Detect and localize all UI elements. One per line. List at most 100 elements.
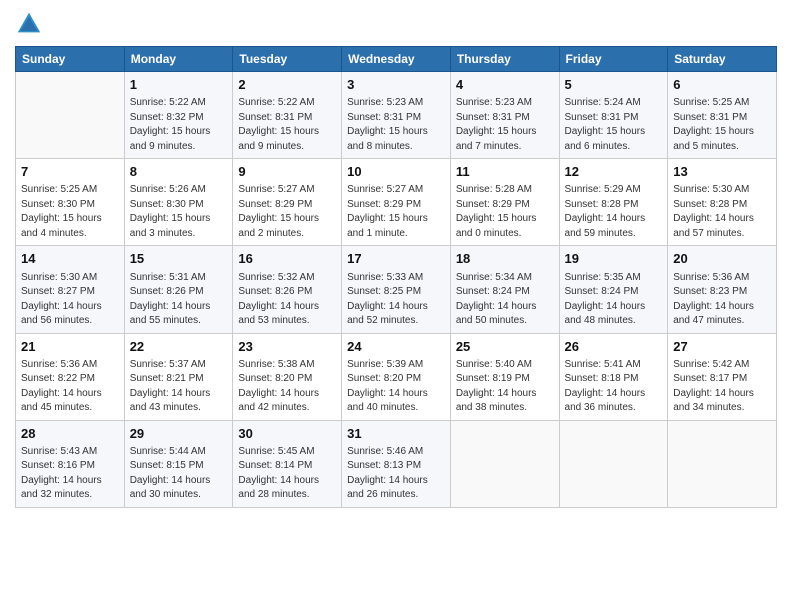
day-info: Sunrise: 5:33 AM Sunset: 8:25 PM Dayligh… — [347, 271, 445, 329]
calendar-cell: 19Sunrise: 5:35 AM Sunset: 8:24 PM Dayli… — [559, 246, 668, 333]
day-info: Sunrise: 5:23 AM Sunset: 8:31 PM Dayligh… — [456, 96, 554, 154]
calendar-cell: 15 Sunrise: 5:31 AM Sunset: 8:26 PM Dayli… — [124, 246, 233, 333]
calendar-cell: 9 Sunrise: 5:27 AM Sunset: 8:29 PM Daylig… — [233, 159, 342, 246]
day-number: 30 — [238, 425, 336, 443]
day-number: 4 — [456, 76, 554, 94]
calendar-cell: 24Sunrise: 5:39 AM Sunset: 8:20 PM Dayli… — [342, 333, 451, 420]
calendar-week-row: 1Sunrise: 5:22 AM Sunset: 8:32 PM Daylig… — [16, 72, 777, 159]
page-header — [15, 10, 777, 38]
calendar-cell: 6 Sunrise: 5:25 AM Sunset: 8:31 PM Daylig… — [668, 72, 777, 159]
calendar-cell: 22 Sunrise: 5:37 AM Sunset: 8:21 PM Dayli… — [124, 333, 233, 420]
day-number: 23 — [238, 338, 336, 356]
calendar-cell: 3 Sunrise: 5:23 AM Sunset: 8:31 PM Daylig… — [342, 72, 451, 159]
header-wednesday: Wednesday — [342, 47, 451, 72]
calendar-cell: 23 Sunrise: 5:38 AM Sunset: 8:20 PM Dayli… — [233, 333, 342, 420]
day-info: Sunrise: 5:42 AM Sunset: 8:17 PM Dayligh… — [673, 358, 771, 416]
calendar-cell — [16, 72, 125, 159]
calendar-week-row: 7Sunrise: 5:25 AM Sunset: 8:30 PM Daylig… — [16, 159, 777, 246]
day-number: 25 — [456, 338, 554, 356]
day-info: Sunrise: 5:26 AM Sunset: 8:30 PM Dayligh… — [130, 183, 228, 241]
calendar-header-row: SundayMondayTuesdayWednesdayThursdayFrid… — [16, 47, 777, 72]
day-info: Sunrise: 5:30 AM Sunset: 8:27 PM Dayligh… — [21, 271, 119, 329]
day-number: 14 — [21, 250, 119, 268]
calendar-cell — [450, 420, 559, 507]
calendar-cell: 8Sunrise: 5:26 AM Sunset: 8:30 PM Daylig… — [124, 159, 233, 246]
day-number: 15 — [130, 250, 228, 268]
day-info: Sunrise: 5:43 AM Sunset: 8:16 PM Dayligh… — [21, 445, 119, 503]
calendar-cell — [559, 420, 668, 507]
calendar-cell — [668, 420, 777, 507]
calendar-cell: 11 Sunrise: 5:28 AM Sunset: 8:29 PM Dayli… — [450, 159, 559, 246]
day-info: Sunrise: 5:40 AM Sunset: 8:19 PM Dayligh… — [456, 358, 554, 416]
calendar-cell: 25 Sunrise: 5:40 AM Sunset: 8:19 PM Dayli… — [450, 333, 559, 420]
calendar-cell: 30 Sunrise: 5:45 AM Sunset: 8:14 PM Dayli… — [233, 420, 342, 507]
day-info: Sunrise: 5:27 AM Sunset: 8:29 PM Dayligh… — [238, 183, 336, 241]
calendar-cell: 4 Sunrise: 5:23 AM Sunset: 8:31 PM Daylig… — [450, 72, 559, 159]
calendar-cell: 12 Sunrise: 5:29 AM Sunset: 8:28 PM Dayli… — [559, 159, 668, 246]
day-number: 6 — [673, 76, 771, 94]
calendar-cell: 17 Sunrise: 5:33 AM Sunset: 8:25 PM Dayli… — [342, 246, 451, 333]
calendar-week-row: 14 Sunrise: 5:30 AM Sunset: 8:27 PM Dayli… — [16, 246, 777, 333]
calendar-cell: 7Sunrise: 5:25 AM Sunset: 8:30 PM Daylig… — [16, 159, 125, 246]
day-info: Sunrise: 5:22 AM Sunset: 8:31 PM Dayligh… — [238, 96, 336, 154]
calendar-cell: 20 Sunrise: 5:36 AM Sunset: 8:23 PM Dayli… — [668, 246, 777, 333]
day-info: Sunrise: 5:22 AM Sunset: 8:32 PM Dayligh… — [130, 96, 228, 154]
day-number: 27 — [673, 338, 771, 356]
calendar-cell: 16Sunrise: 5:32 AM Sunset: 8:26 PM Dayli… — [233, 246, 342, 333]
day-info: Sunrise: 5:36 AM Sunset: 8:22 PM Dayligh… — [21, 358, 119, 416]
calendar-cell: 10 Sunrise: 5:27 AM Sunset: 8:29 PM Dayli… — [342, 159, 451, 246]
day-number: 20 — [673, 250, 771, 268]
day-number: 5 — [565, 76, 663, 94]
day-info: Sunrise: 5:28 AM Sunset: 8:29 PM Dayligh… — [456, 183, 554, 241]
day-info: Sunrise: 5:41 AM Sunset: 8:18 PM Dayligh… — [565, 358, 663, 416]
header-sunday: Sunday — [16, 47, 125, 72]
day-info: Sunrise: 5:23 AM Sunset: 8:31 PM Dayligh… — [347, 96, 445, 154]
day-number: 22 — [130, 338, 228, 356]
day-number: 11 — [456, 163, 554, 181]
day-number: 13 — [673, 163, 771, 181]
calendar-cell: 2 Sunrise: 5:22 AM Sunset: 8:31 PM Daylig… — [233, 72, 342, 159]
header-monday: Monday — [124, 47, 233, 72]
day-info: Sunrise: 5:46 AM Sunset: 8:13 PM Dayligh… — [347, 445, 445, 503]
day-number: 7 — [21, 163, 119, 181]
day-info: Sunrise: 5:45 AM Sunset: 8:14 PM Dayligh… — [238, 445, 336, 503]
day-info: Sunrise: 5:25 AM Sunset: 8:31 PM Dayligh… — [673, 96, 771, 154]
day-info: Sunrise: 5:38 AM Sunset: 8:20 PM Dayligh… — [238, 358, 336, 416]
calendar-cell: 29 Sunrise: 5:44 AM Sunset: 8:15 PM Dayli… — [124, 420, 233, 507]
day-info: Sunrise: 5:32 AM Sunset: 8:26 PM Dayligh… — [238, 271, 336, 329]
day-number: 17 — [347, 250, 445, 268]
day-info: Sunrise: 5:31 AM Sunset: 8:26 PM Dayligh… — [130, 271, 228, 329]
day-info: Sunrise: 5:44 AM Sunset: 8:15 PM Dayligh… — [130, 445, 228, 503]
logo-icon — [15, 10, 43, 38]
day-number: 24 — [347, 338, 445, 356]
day-info: Sunrise: 5:37 AM Sunset: 8:21 PM Dayligh… — [130, 358, 228, 416]
day-number: 21 — [21, 338, 119, 356]
day-info: Sunrise: 5:34 AM Sunset: 8:24 PM Dayligh… — [456, 271, 554, 329]
calendar-week-row: 21 Sunrise: 5:36 AM Sunset: 8:22 PM Dayli… — [16, 333, 777, 420]
calendar-cell: 18 Sunrise: 5:34 AM Sunset: 8:24 PM Dayli… — [450, 246, 559, 333]
calendar-cell: 28Sunrise: 5:43 AM Sunset: 8:16 PM Dayli… — [16, 420, 125, 507]
calendar-cell: 27 Sunrise: 5:42 AM Sunset: 8:17 PM Dayli… — [668, 333, 777, 420]
day-info: Sunrise: 5:29 AM Sunset: 8:28 PM Dayligh… — [565, 183, 663, 241]
day-number: 3 — [347, 76, 445, 94]
calendar-cell: 26Sunrise: 5:41 AM Sunset: 8:18 PM Dayli… — [559, 333, 668, 420]
day-number: 12 — [565, 163, 663, 181]
logo — [15, 10, 47, 38]
calendar-cell: 5 Sunrise: 5:24 AM Sunset: 8:31 PM Daylig… — [559, 72, 668, 159]
day-number: 19 — [565, 250, 663, 268]
calendar-cell: 31 Sunrise: 5:46 AM Sunset: 8:13 PM Dayli… — [342, 420, 451, 507]
day-number: 29 — [130, 425, 228, 443]
day-number: 2 — [238, 76, 336, 94]
day-number: 18 — [456, 250, 554, 268]
day-number: 31 — [347, 425, 445, 443]
day-info: Sunrise: 5:24 AM Sunset: 8:31 PM Dayligh… — [565, 96, 663, 154]
calendar-table: SundayMondayTuesdayWednesdayThursdayFrid… — [15, 46, 777, 508]
day-number: 9 — [238, 163, 336, 181]
day-number: 10 — [347, 163, 445, 181]
day-info: Sunrise: 5:36 AM Sunset: 8:23 PM Dayligh… — [673, 271, 771, 329]
day-info: Sunrise: 5:27 AM Sunset: 8:29 PM Dayligh… — [347, 183, 445, 241]
calendar-cell: 1Sunrise: 5:22 AM Sunset: 8:32 PM Daylig… — [124, 72, 233, 159]
header-friday: Friday — [559, 47, 668, 72]
header-thursday: Thursday — [450, 47, 559, 72]
calendar-cell: 14 Sunrise: 5:30 AM Sunset: 8:27 PM Dayli… — [16, 246, 125, 333]
